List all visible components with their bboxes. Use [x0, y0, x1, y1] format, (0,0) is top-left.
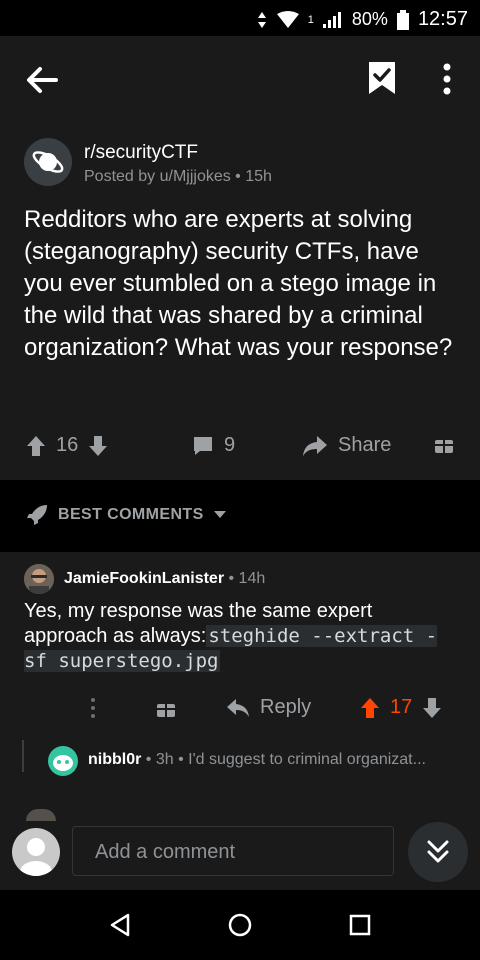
comment-more-icon[interactable]	[88, 696, 98, 720]
comment-actions: Reply 17	[0, 690, 480, 726]
share-label: Share	[338, 434, 392, 456]
comment-author[interactable]: JamieFookinLanister	[64, 570, 224, 587]
comment-score: 17	[390, 696, 413, 718]
user-photo-icon	[24, 564, 54, 594]
thread-line	[22, 740, 24, 772]
comment-bubble-icon	[194, 436, 212, 455]
reply-author: nibbl0r	[88, 751, 142, 768]
post-score: 16	[56, 434, 79, 456]
add-comment-input[interactable]: Add a comment	[72, 826, 394, 876]
user-avatar-icon	[20, 838, 52, 876]
user-avatar[interactable]	[12, 828, 60, 876]
subreddit-avatar[interactable]	[24, 138, 72, 186]
reply-avatar	[48, 746, 78, 776]
app-bar	[0, 36, 480, 120]
signal-icon	[322, 11, 341, 28]
more-options-icon[interactable]	[432, 60, 462, 100]
downvote-icon[interactable]	[88, 435, 108, 457]
comment-vote: 17	[360, 696, 442, 719]
system-nav-bar	[0, 890, 480, 960]
comment-sort-bar: BEST COMMENTS	[0, 480, 480, 552]
comment-gift-icon[interactable]	[156, 698, 176, 718]
post: r/securityCTF Posted by u/Mjjjokes • 15h…	[0, 120, 480, 480]
post-actions: 16 9 Share	[0, 428, 480, 468]
comment: JamieFookinLanister • 14h Yes, my respon…	[0, 552, 480, 797]
data-arrows-icon	[257, 11, 266, 28]
nav-home-icon[interactable]	[225, 910, 255, 940]
back-arrow-icon[interactable]	[22, 60, 62, 100]
comment-author-line: JamieFookinLanister • 14h	[64, 570, 265, 588]
comment-sort-dropdown[interactable]: BEST COMMENTS	[26, 504, 226, 526]
status-bar: 1 80% 12:57	[0, 0, 480, 36]
post-meta: Posted by u/Mjjjokes • 15h	[84, 168, 272, 185]
comment-composer: Add a comment	[0, 797, 480, 890]
reply-label: Reply	[260, 696, 312, 718]
reply-button[interactable]: Reply	[226, 696, 311, 719]
next-comment-button[interactable]	[408, 822, 468, 882]
comment-body: Yes, my response was the same expert app…	[24, 599, 454, 674]
award-button[interactable]	[434, 434, 454, 454]
comments-button[interactable]: 9	[192, 434, 235, 457]
battery-percent: 80%	[351, 9, 388, 29]
reply-arrow-icon	[227, 698, 249, 717]
snoo-avatar-icon	[53, 755, 73, 771]
comment-count: 9	[224, 434, 236, 456]
subreddit-name[interactable]: r/securityCTF	[84, 142, 198, 164]
nav-back-icon[interactable]	[106, 910, 136, 940]
double-chevron-down-icon	[427, 840, 449, 863]
wifi-icon	[276, 10, 299, 28]
upvote-icon[interactable]	[26, 435, 46, 457]
upvote-active-icon[interactable]	[360, 697, 380, 719]
reply-preview-text: • 3h • I'd suggest to criminal organizat…	[141, 751, 426, 768]
clock: 12:57	[417, 8, 468, 30]
planet-icon	[32, 151, 64, 173]
share-arrow-icon	[303, 435, 327, 456]
nav-recents-icon[interactable]	[345, 910, 375, 940]
battery-icon	[396, 9, 409, 30]
next-comment-avatar	[26, 809, 56, 821]
comment-sort-label: BEST COMMENTS	[58, 506, 204, 523]
gift-icon	[435, 436, 453, 453]
network-number: 1	[307, 13, 314, 26]
save-bookmark-icon[interactable]	[366, 60, 398, 96]
comment-time: • 14h	[224, 570, 266, 587]
post-vote: 16	[26, 434, 108, 457]
post-title: Redditors who are experts at solving (st…	[24, 206, 453, 361]
rocket-icon	[27, 505, 47, 525]
comment-downvote-icon[interactable]	[422, 697, 442, 719]
collapsed-reply[interactable]: nibbl0r • 3h • I'd suggest to criminal o…	[0, 736, 480, 776]
caret-down-icon	[213, 511, 226, 518]
comment-avatar[interactable]	[24, 564, 54, 594]
share-button[interactable]: Share	[302, 434, 391, 457]
reply-preview: nibbl0r • 3h • I'd suggest to criminal o…	[88, 751, 468, 769]
